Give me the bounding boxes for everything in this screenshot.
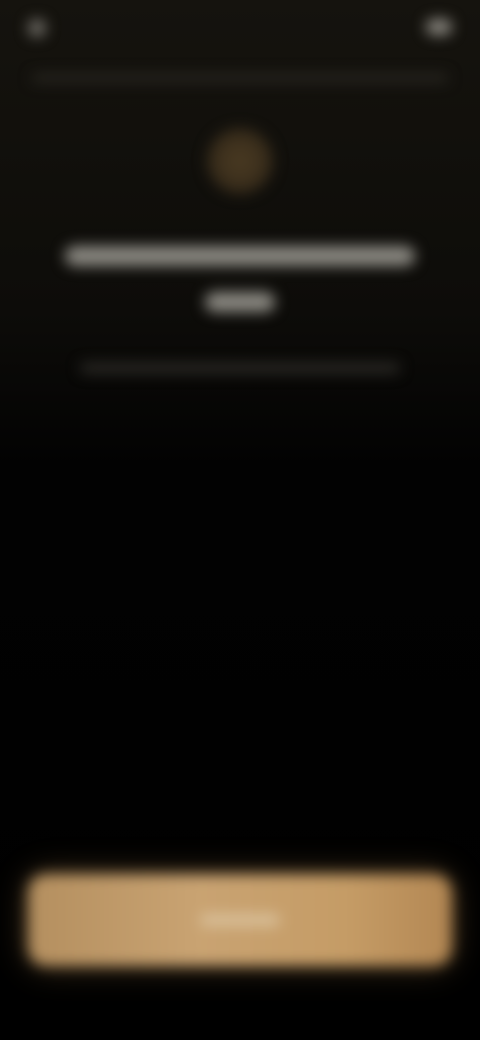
subtext [40,358,440,378]
primary-button-label-line [200,914,280,926]
status-icons [342,16,452,38]
clock-dot-icon [28,18,46,37]
subtext-line [80,363,400,373]
header-divider [32,74,448,82]
primary-button[interactable] [28,874,452,966]
primary-button-label [28,908,452,932]
blurred-content [0,0,480,1040]
headline-line-1 [65,246,415,266]
headline-line-2 [205,292,275,312]
battery-icon [426,19,452,36]
avatar-icon [207,128,273,194]
status-time [28,16,118,38]
status-bar [0,0,480,56]
headline [50,240,430,320]
